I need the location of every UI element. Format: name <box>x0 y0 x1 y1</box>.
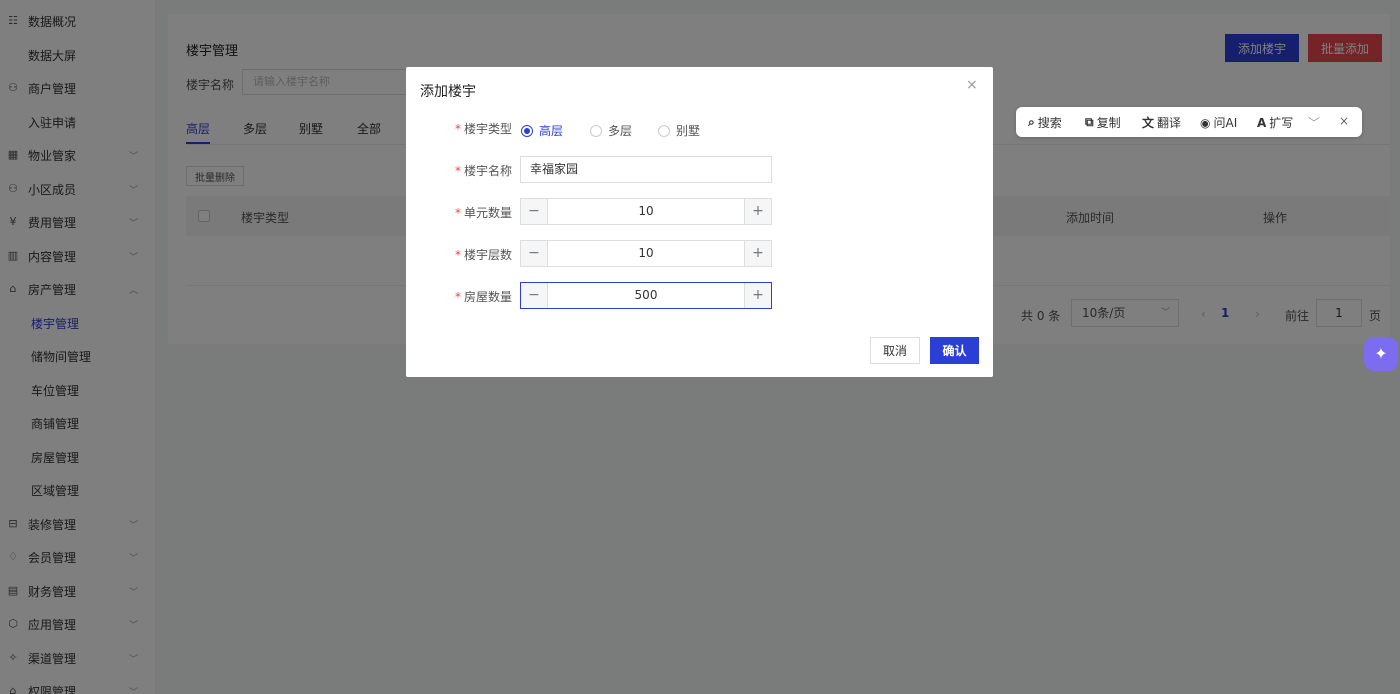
translate-icon: 文 <box>1142 116 1155 130</box>
building-type-label: * 楼宇类型 <box>454 122 512 136</box>
house-count-plus-button[interactable]: + <box>744 283 771 308</box>
unit-count-plus-button[interactable]: + <box>744 199 771 224</box>
unit-count-minus-button[interactable]: − <box>521 199 548 224</box>
assistant-icon[interactable]: ✦ <box>1364 337 1398 371</box>
floor-count-value[interactable]: 10 <box>548 241 744 266</box>
floor-count-minus-button[interactable]: − <box>521 241 548 266</box>
unit-count-stepper: − 10 + <box>520 198 772 225</box>
floor-count-label: * 楼宇层数 <box>454 248 512 262</box>
house-count-value[interactable]: 500 <box>548 283 744 308</box>
translate-action[interactable]: 文翻译 <box>1142 114 1181 131</box>
building-name-input[interactable]: 幸福家园 <box>520 156 772 183</box>
ask-ai-action[interactable]: ◉ 问AI <box>1200 114 1237 131</box>
house-count-label: * 房屋数量 <box>454 290 512 304</box>
floor-count-stepper: − 10 + <box>520 240 772 267</box>
cancel-button[interactable]: 取消 <box>870 337 920 364</box>
unit-count-label: * 单元数量 <box>454 206 512 220</box>
house-count-minus-button[interactable]: − <box>521 283 548 308</box>
copy-icon: ⧉ <box>1085 115 1094 129</box>
close-icon[interactable]: × <box>966 77 978 93</box>
add-building-dialog: 添加楼宇 × * 楼宇类型 高层 多层 别墅 * 楼宇名称 幸福家园 * 单元数量 −… <box>406 67 993 377</box>
house-count-stepper: − 500 + <box>520 282 772 309</box>
expand-icon: A <box>1257 115 1267 130</box>
building-name-label: * 楼宇名称 <box>454 164 512 178</box>
search-icon: ⌕ <box>1028 115 1035 129</box>
expand-action[interactable]: A 扩写 <box>1257 114 1293 131</box>
radio-high-rise[interactable]: 高层 <box>521 122 563 139</box>
close-icon[interactable]: × <box>1339 114 1349 128</box>
floor-count-plus-button[interactable]: + <box>744 241 771 266</box>
copy-action[interactable]: ⧉ 复制 <box>1085 114 1121 131</box>
search-action[interactable]: ⌕ 搜索 <box>1028 114 1062 131</box>
radio-villa[interactable]: 别墅 <box>658 122 700 139</box>
dialog-title: 添加楼宇 <box>420 84 476 100</box>
unit-count-value[interactable]: 10 <box>548 199 744 224</box>
chevron-down-icon[interactable]: ﹀ <box>1308 114 1320 131</box>
ai-icon: ◉ <box>1200 115 1211 130</box>
selection-toolbar: ⌕ 搜索 ⧉ 复制 文翻译 ◉ 问AI A 扩写 ﹀ × <box>1016 107 1362 137</box>
confirm-button[interactable]: 确认 <box>930 337 979 364</box>
radio-multi-storey[interactable]: 多层 <box>590 122 632 139</box>
